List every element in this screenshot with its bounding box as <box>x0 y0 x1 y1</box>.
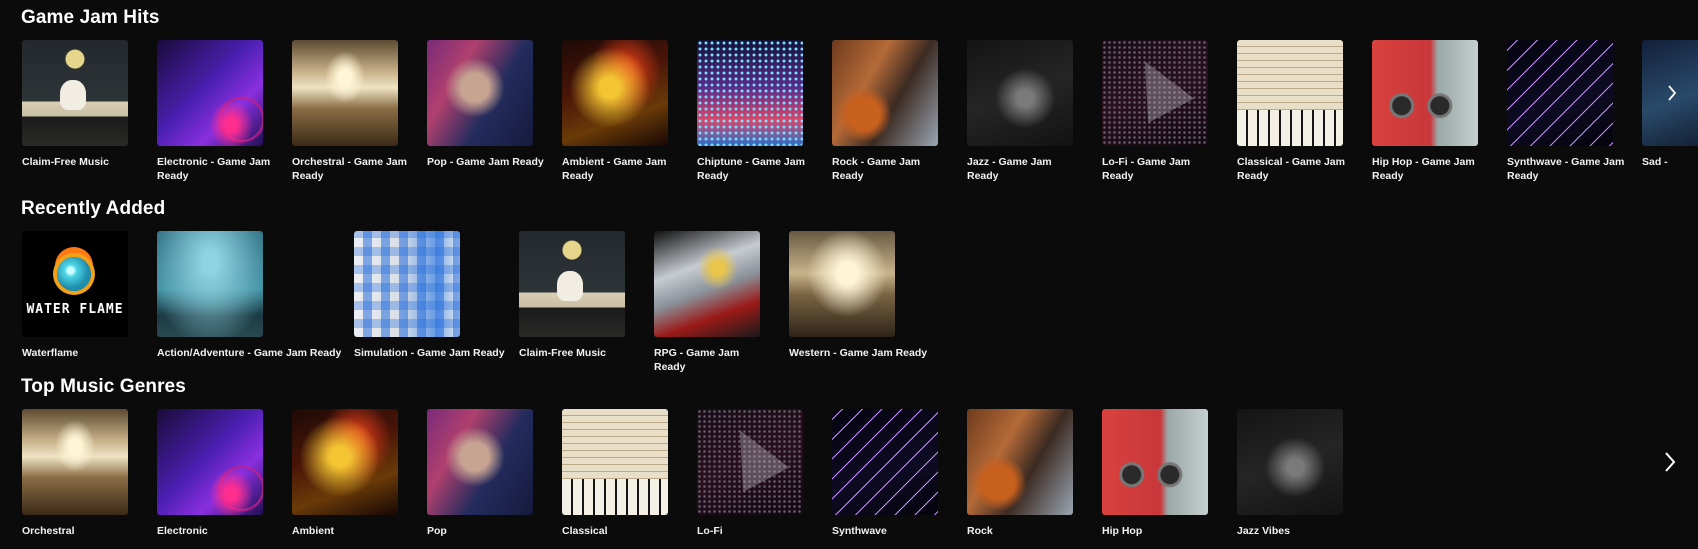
genre-cover-image <box>967 409 1073 515</box>
playlist-card-label: Synthwave - Game Jam Ready <box>1507 156 1625 182</box>
playlist-card-lo-fi[interactable]: Lo-Fi - Game Jam Ready <box>1102 40 1220 183</box>
genre-cover-image <box>427 409 533 515</box>
genre-card-ambient[interactable]: Ambient <box>292 409 410 538</box>
carousel-recently-added: WATER FLAME Waterflame Action/Adventure … <box>0 231 1698 391</box>
playlist-cover-image <box>654 231 760 337</box>
genre-cover-image <box>1237 409 1343 515</box>
chevron-right-icon <box>1664 452 1676 472</box>
playlist-card-label: Hip Hop - Game Jam Ready <box>1372 156 1475 182</box>
playlist-card-label: Sad - <box>1642 156 1668 168</box>
playlist-card-label: Lo-Fi - Game Jam Ready <box>1102 156 1191 182</box>
carousel-next-button[interactable] <box>1659 447 1681 477</box>
genre-card-label: Orchestral <box>22 525 75 537</box>
genre-card-rock[interactable]: Rock <box>967 409 1085 538</box>
carousel-top-music-genres: Orchestral Electronic Ambient Pop Classi… <box>0 409 1698 549</box>
genre-card-synthwave[interactable]: Synthwave <box>832 409 950 538</box>
playlist-cover-image: WATER FLAME <box>22 231 128 337</box>
music-browser-page: Game Jam Hits Claim-Free Music Electroni… <box>0 0 1698 549</box>
genre-cover-image <box>562 409 668 515</box>
genre-card-orchestral[interactable]: Orchestral <box>22 409 140 538</box>
genre-card-lo-fi[interactable]: Lo-Fi <box>697 409 815 538</box>
playlist-card-label: Waterflame <box>22 347 79 359</box>
genre-card-label: Lo-Fi <box>697 525 723 537</box>
playlist-card-pop[interactable]: Pop - Game Jam Ready <box>427 40 545 169</box>
genre-cover-image <box>1102 409 1208 515</box>
playlist-cover-image <box>157 231 263 337</box>
playlist-cover-image <box>832 40 938 146</box>
playlist-card-rock[interactable]: Rock - Game Jam Ready <box>832 40 950 183</box>
playlist-card-claim-free-music[interactable]: Claim-Free Music <box>519 231 637 360</box>
genre-cover-image <box>157 409 263 515</box>
genre-card-label: Hip Hop <box>1102 525 1143 537</box>
chevron-right-icon <box>1667 85 1677 101</box>
playlist-card-chiptune[interactable]: Chiptune - Game Jam Ready <box>697 40 815 183</box>
playlist-card-label: Orchestral - Game Jam Ready <box>292 156 407 182</box>
playlist-card-classical[interactable]: Classical - Game Jam Ready <box>1237 40 1355 183</box>
playlist-cover-image <box>967 40 1073 146</box>
waterflame-logo-text: WATER FLAME <box>26 302 124 317</box>
genre-card-label: Pop <box>427 525 447 537</box>
genre-card-label: Rock <box>967 525 993 537</box>
genre-card-pop[interactable]: Pop <box>427 409 545 538</box>
playlist-card-ambient[interactable]: Ambient - Game Jam Ready <box>562 40 680 183</box>
playlist-card-orchestral[interactable]: Orchestral - Game Jam Ready <box>292 40 410 183</box>
playlist-cover-image <box>1102 40 1208 146</box>
playlist-cover-image <box>1237 40 1343 146</box>
playlist-card-label: Western - Game Jam Ready <box>789 347 928 359</box>
playlist-cover-image <box>354 231 460 337</box>
playlist-cover-image <box>789 231 895 337</box>
playlist-card-electronic[interactable]: Electronic - Game Jam Ready <box>157 40 275 183</box>
playlist-cover-image <box>1507 40 1613 146</box>
waterflame-logo-orb <box>57 257 91 291</box>
playlist-cover-image <box>697 40 803 146</box>
playlist-cover-image <box>157 40 263 146</box>
playlist-cover-image <box>427 40 533 146</box>
playlist-card-label: Electronic - Game Jam Ready <box>157 156 271 182</box>
genre-card-classical[interactable]: Classical <box>562 409 680 538</box>
playlist-card-western[interactable]: Western - Game Jam Ready <box>789 231 979 360</box>
genre-card-label: Ambient <box>292 525 334 537</box>
playlist-card-label: Pop - Game Jam Ready <box>427 156 544 168</box>
carousel-game-jam-hits: Claim-Free Music Electronic - Game Jam R… <box>0 40 1698 200</box>
genre-card-electronic[interactable]: Electronic <box>157 409 275 538</box>
genre-cover-image <box>832 409 938 515</box>
playlist-cover-image <box>519 231 625 337</box>
playlist-card-jazz[interactable]: Jazz - Game Jam Ready <box>967 40 1085 183</box>
playlist-card-label: Rock - Game Jam Ready <box>832 156 921 182</box>
genre-card-jazz-vibes[interactable]: Jazz Vibes <box>1237 409 1355 538</box>
genre-card-hip-hop[interactable]: Hip Hop <box>1102 409 1220 538</box>
section-title: Recently Added <box>21 198 166 219</box>
playlist-cover-image <box>292 40 398 146</box>
genre-card-label: Synthwave <box>832 525 887 537</box>
genre-card-label: Classical <box>562 525 608 537</box>
playlist-card-action-adventure[interactable]: Action/Adventure - Game Jam Ready <box>157 231 347 360</box>
genre-cover-image <box>697 409 803 515</box>
playlist-cover-image <box>1372 40 1478 146</box>
playlist-card-simulation[interactable]: Simulation - Game Jam Ready <box>354 231 544 360</box>
playlist-card-label: Simulation - Game Jam Ready <box>354 347 505 359</box>
carousel-next-button[interactable] <box>1661 78 1683 108</box>
genre-card-label: Electronic <box>157 525 208 537</box>
genre-card-label: Jazz Vibes <box>1237 525 1290 537</box>
playlist-card-label: Jazz - Game Jam Ready <box>967 156 1052 182</box>
playlist-card-label: Action/Adventure - Game Jam Ready <box>157 347 342 359</box>
playlist-card-waterflame[interactable]: WATER FLAME Waterflame <box>22 231 140 360</box>
playlist-card-label: RPG - Game Jam Ready <box>654 347 740 373</box>
playlist-card-label: Ambient - Game Jam Ready <box>562 156 667 182</box>
playlist-card-label: Classical - Game Jam Ready <box>1237 156 1345 182</box>
playlist-cover-image <box>562 40 668 146</box>
playlist-card-label: Claim-Free Music <box>22 156 109 168</box>
playlist-card-label: Chiptune - Game Jam Ready <box>697 156 805 182</box>
playlist-card-claim-free-music[interactable]: Claim-Free Music <box>22 40 140 169</box>
playlist-card-rpg[interactable]: RPG - Game Jam Ready <box>654 231 772 374</box>
playlist-card-hip-hop[interactable]: Hip Hop - Game Jam Ready <box>1372 40 1490 183</box>
playlist-card-synthwave[interactable]: Synthwave - Game Jam Ready <box>1507 40 1625 183</box>
genre-cover-image <box>292 409 398 515</box>
playlist-card-label: Claim-Free Music <box>519 347 606 359</box>
section-title: Top Music Genres <box>21 376 186 397</box>
section-title: Game Jam Hits <box>21 7 160 28</box>
genre-cover-image <box>22 409 128 515</box>
playlist-cover-image <box>22 40 128 146</box>
